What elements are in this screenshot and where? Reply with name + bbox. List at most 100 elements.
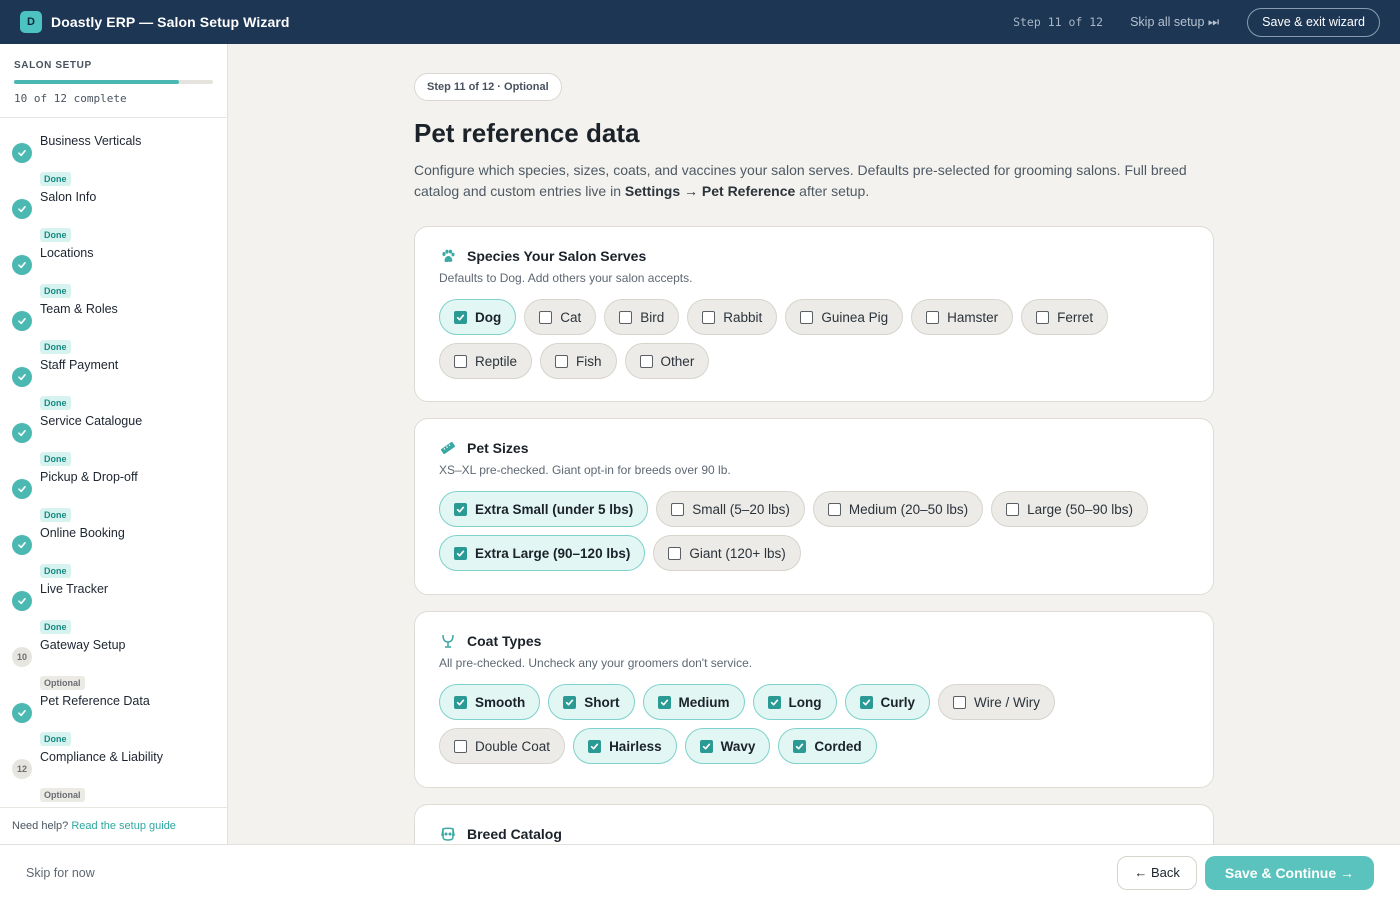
coats-option-chip[interactable]: Double Coat: [439, 728, 566, 764]
step-pill: Step 11 of 12 · Optional: [414, 73, 562, 101]
species-option-label: Rabbit: [723, 309, 763, 325]
coat-types-desc: All pre-checked. Uncheck any your groome…: [439, 656, 753, 670]
checkbox[interactable]: [539, 310, 553, 324]
sidebar-step-label: Gateway Setup: [40, 638, 126, 652]
species-card: Species Your Salon Serves Defaults to Do…: [414, 226, 1214, 402]
check-icon: [12, 591, 32, 611]
coats-option-chip[interactable]: Short: [548, 684, 635, 720]
species-option-chip[interactable]: Bird: [604, 299, 680, 335]
checkbox[interactable]: [454, 739, 467, 753]
back-button[interactable]: ← Back: [1117, 855, 1197, 890]
setup-guide-link[interactable]: Read the setup guide: [71, 820, 176, 832]
sizes-options: Extra Small (under 5 lbs) Small (5–20 lbs…: [439, 491, 1189, 571]
save-exit-wizard-button[interactable]: Save & exit wizard: [1247, 7, 1380, 37]
species-option-chip[interactable]: Ferret: [1021, 299, 1109, 335]
species-option-chip[interactable]: Fish: [540, 343, 617, 379]
sidebar-step-label: Pickup & Drop-off: [40, 470, 138, 484]
checkbox[interactable]: [454, 310, 467, 324]
checkbox[interactable]: [767, 695, 781, 709]
coats-option-chip[interactable]: Curly: [844, 684, 931, 720]
checkbox[interactable]: [588, 739, 602, 753]
species-option-chip[interactable]: Rabbit: [687, 299, 778, 335]
coats-option-chip[interactable]: Medium: [642, 684, 745, 720]
checkbox[interactable]: [827, 502, 841, 516]
checkbox[interactable]: [699, 739, 713, 753]
sidebar-title: SALON SETUP: [14, 60, 92, 71]
step-number: 12: [12, 759, 32, 779]
checkbox[interactable]: [1036, 310, 1050, 324]
sidebar-step-item[interactable]: Pickup & Drop-off Done: [0, 462, 227, 522]
species-option-label: Cat: [560, 309, 582, 325]
page-subtitle: Configure which species, sizes, coats, a…: [414, 160, 1219, 202]
checkbox[interactable]: [454, 354, 467, 368]
species-option-chip[interactable]: Other: [624, 343, 710, 379]
sidebar-step-item[interactable]: Pet Reference Data Done: [0, 686, 227, 746]
sidebar-step-item[interactable]: Team & Roles Done: [0, 294, 227, 354]
coats-option-chip[interactable]: Long: [752, 684, 837, 720]
checkbox[interactable]: [859, 695, 873, 709]
coats-option-chip[interactable]: Wavy: [684, 728, 771, 764]
sizes-option-chip[interactable]: Large (50–90 lbs): [991, 491, 1148, 527]
coats-option-chip[interactable]: Hairless: [573, 728, 677, 764]
sidebar-step-item[interactable]: 12 Compliance & Liability Optional: [0, 742, 227, 802]
checkbox[interactable]: [454, 546, 467, 560]
species-option-chip[interactable]: Guinea Pig: [785, 299, 904, 335]
sidebar-step-item[interactable]: Live Tracker Done: [0, 574, 227, 634]
checkbox[interactable]: [454, 502, 467, 516]
sizes-option-label: Medium (20–50 lbs): [848, 501, 969, 517]
skip-for-now-link[interactable]: Skip for now: [26, 866, 95, 880]
app-title: Doastly ERP — Salon Setup Wizard: [51, 14, 290, 30]
checkbox[interactable]: [926, 310, 940, 324]
sidebar-step-item[interactable]: 10 Gateway Setup Optional: [0, 630, 227, 690]
page-title: Pet reference data: [414, 118, 640, 148]
sidebar-step-item[interactable]: Staff Payment Done: [0, 350, 227, 410]
coats-option-chip[interactable]: Wire / Wiry: [938, 684, 1056, 720]
coats-option-label: Wire / Wiry: [974, 694, 1041, 710]
sizes-option-chip[interactable]: Giant (120+ lbs): [653, 535, 801, 571]
checkbox[interactable]: [639, 354, 653, 368]
sidebar-step-label: Locations: [40, 246, 94, 260]
checkbox[interactable]: [454, 695, 467, 709]
sidebar-step-item[interactable]: Business Verticals Done: [0, 126, 227, 186]
sidebar-step-label: Team & Roles: [40, 302, 118, 316]
save-continue-button[interactable]: Save & Continue →: [1204, 855, 1374, 890]
top-bar: D Doastly ERP — Salon Setup Wizard Step …: [0, 0, 1400, 44]
checkbox[interactable]: [563, 695, 577, 709]
checkbox[interactable]: [953, 695, 967, 709]
sizes-option-chip[interactable]: Small (5–20 lbs): [656, 491, 805, 527]
checkbox[interactable]: [793, 739, 807, 753]
coats-option-chip[interactable]: Smooth: [439, 684, 541, 720]
checkbox[interactable]: [1006, 502, 1020, 516]
checkbox[interactable]: [671, 502, 685, 516]
skip-all-setup-link[interactable]: Skip all setup ⏭: [1130, 15, 1219, 30]
sizes-title: Pet Sizes: [467, 440, 529, 456]
sidebar-step-item[interactable]: Service Catalogue Done: [0, 406, 227, 466]
checkbox[interactable]: [657, 695, 671, 709]
sizes-option-chip[interactable]: Medium (20–50 lbs): [812, 491, 984, 527]
ruler-icon: [439, 439, 457, 457]
coats-option-chip[interactable]: Corded: [778, 728, 877, 764]
setup-progress-fill: [14, 80, 180, 84]
check-icon: [12, 199, 32, 219]
species-option-chip[interactable]: Dog: [439, 299, 517, 335]
breed-catalog-title: Breed Catalog: [467, 826, 562, 842]
species-option-chip[interactable]: Reptile: [439, 343, 533, 379]
sizes-option-chip[interactable]: Extra Large (90–120 lbs): [439, 535, 646, 571]
checkbox[interactable]: [619, 310, 633, 324]
sizes-desc: XS–XL pre-checked. Giant opt-in for bree…: [439, 463, 731, 477]
checkbox[interactable]: [800, 310, 814, 324]
species-option-label: Fish: [576, 353, 602, 369]
coat-icon: [439, 632, 457, 650]
checkbox[interactable]: [555, 354, 569, 368]
sidebar-step-label: Salon Info: [40, 190, 97, 204]
sidebar-step-item[interactable]: Online Booking Done: [0, 518, 227, 578]
sizes-option-chip[interactable]: Extra Small (under 5 lbs): [439, 491, 649, 527]
species-option-chip[interactable]: Cat: [524, 299, 597, 335]
sidebar-step-item[interactable]: Salon Info Done: [0, 182, 227, 242]
subtitle-text-end: after setup.: [795, 183, 870, 199]
checkbox[interactable]: [702, 310, 716, 324]
checkbox[interactable]: [668, 546, 682, 560]
species-option-label: Reptile: [475, 353, 518, 369]
species-option-chip[interactable]: Hamster: [911, 299, 1014, 335]
sidebar-step-item[interactable]: Locations Done: [0, 238, 227, 298]
